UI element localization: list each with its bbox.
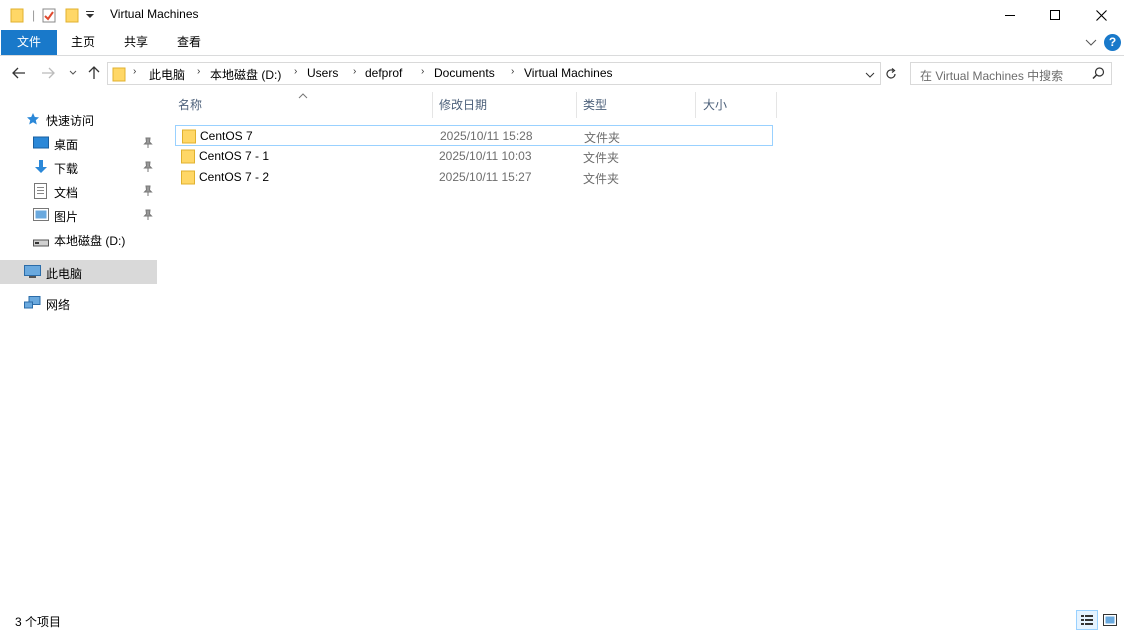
- breadcrumb-drive[interactable]: 本地磁盘 (D:): [210, 66, 281, 83]
- status-bar: 3 个项目: [0, 608, 1124, 633]
- address-bar[interactable]: › 此电脑 › 本地磁盘 (D:) › Users › defprof › Do…: [107, 62, 881, 85]
- sidebar-item-pictures[interactable]: 图片: [0, 204, 157, 226]
- table-row[interactable]: CentOS 7 - 2 2025/10/11 15:27 文件夹: [175, 167, 773, 188]
- tab-file[interactable]: 文件: [1, 30, 57, 55]
- expand-ribbon-icon[interactable]: [1085, 36, 1097, 50]
- sidebar-item-label: 图片: [54, 210, 79, 224]
- customize-toolbar-icon[interactable]: [86, 6, 94, 24]
- file-type: 文件夹: [583, 172, 620, 186]
- column-divider[interactable]: [776, 92, 777, 118]
- file-name: CentOS 7 - 2: [199, 170, 270, 184]
- file-list: 名称 修改日期 类型 大小 CentOS 7 2025/10/11 15:28 …: [165, 92, 1120, 592]
- pin-icon: [143, 137, 153, 152]
- sidebar-item-downloads[interactable]: 下载: [0, 156, 157, 178]
- new-folder-icon[interactable]: [65, 6, 79, 24]
- document-icon: [34, 183, 47, 202]
- chevron-right-icon[interactable]: ›: [133, 66, 136, 77]
- pin-icon: [143, 185, 153, 200]
- address-row: › 此电脑 › 本地磁盘 (D:) › Users › defprof › Do…: [0, 57, 1124, 91]
- tab-home[interactable]: 主页: [61, 30, 105, 55]
- file-date: 2025/10/11 15:27: [439, 170, 532, 184]
- sidebar-item-label: 快速访问: [46, 114, 95, 128]
- title-bar: | Virtual Machines: [0, 0, 1124, 30]
- sidebar-item-label: 本地磁盘 (D:): [54, 234, 126, 248]
- sidebar-item-label: 下载: [54, 162, 79, 176]
- sidebar-item-label: 网络: [46, 298, 71, 312]
- item-count: 3 个项目: [15, 615, 62, 629]
- column-divider[interactable]: [695, 92, 696, 118]
- column-header-name[interactable]: 名称: [172, 92, 432, 118]
- up-button[interactable]: [85, 64, 103, 82]
- search-placeholder: 在 Virtual Machines 中搜索: [920, 69, 1064, 83]
- computer-icon: [24, 265, 41, 282]
- ribbon: 文件 主页 共享 查看 ?: [0, 30, 1124, 56]
- chevron-right-icon[interactable]: ›: [511, 66, 514, 77]
- pin-icon: [143, 161, 153, 176]
- tab-share[interactable]: 共享: [114, 30, 158, 55]
- file-name: CentOS 7 - 1: [199, 149, 270, 163]
- column-header-size[interactable]: 大小: [697, 92, 775, 118]
- file-type: 文件夹: [583, 151, 620, 165]
- refresh-button[interactable]: [882, 65, 900, 83]
- folder-icon: [181, 149, 195, 167]
- file-name: CentOS 7: [200, 129, 253, 143]
- sidebar-item-quick-access[interactable]: 快速访问: [0, 108, 157, 130]
- tab-view[interactable]: 查看: [167, 30, 211, 55]
- table-row[interactable]: CentOS 7 - 1 2025/10/11 10:03 文件夹: [175, 146, 773, 167]
- file-type: 文件夹: [584, 131, 621, 145]
- chevron-right-icon[interactable]: ›: [421, 66, 424, 77]
- chevron-right-icon[interactable]: ›: [197, 66, 200, 77]
- file-date: 2025/10/11 10:03: [439, 149, 532, 163]
- help-icon[interactable]: ?: [1104, 34, 1121, 51]
- column-header-type[interactable]: 类型: [577, 92, 695, 118]
- star-icon: [26, 112, 40, 129]
- table-row[interactable]: CentOS 7 2025/10/11 15:28 文件夹: [175, 125, 773, 146]
- network-icon: [24, 296, 41, 314]
- folder-icon: [182, 129, 196, 147]
- folder-icon: [10, 6, 24, 24]
- picture-icon: [33, 208, 49, 224]
- folder-icon: [112, 66, 126, 85]
- properties-icon[interactable]: [42, 6, 56, 24]
- download-icon: [34, 159, 48, 178]
- folder-icon: [181, 170, 195, 188]
- pin-icon: [143, 209, 153, 224]
- column-header-date[interactable]: 修改日期: [433, 92, 576, 118]
- sidebar-item-this-pc[interactable]: 此电脑: [0, 260, 157, 284]
- close-button[interactable]: [1078, 0, 1124, 30]
- separator: |: [32, 8, 36, 22]
- details-view-button[interactable]: [1076, 610, 1098, 630]
- file-date: 2025/10/11 15:28: [440, 129, 533, 143]
- breadcrumb-defprof[interactable]: defprof: [365, 66, 402, 80]
- window-title: Virtual Machines: [110, 7, 199, 21]
- chevron-right-icon[interactable]: ›: [294, 66, 297, 77]
- search-icon[interactable]: [1092, 67, 1105, 83]
- sidebar-item-local-disk-d[interactable]: 本地磁盘 (D:): [0, 228, 157, 250]
- breadcrumb-users[interactable]: Users: [307, 66, 338, 80]
- search-input[interactable]: 在 Virtual Machines 中搜索: [910, 62, 1112, 85]
- address-dropdown-icon[interactable]: [865, 68, 875, 82]
- sidebar-item-label: 此电脑: [46, 267, 83, 281]
- navigation-pane: 快速访问 桌面 下载 文档 图片 本地磁盘 (D:) 此电脑 网络: [0, 100, 158, 605]
- forward-button[interactable]: [39, 64, 57, 82]
- large-icons-view-button[interactable]: [1099, 610, 1121, 630]
- back-button[interactable]: [10, 64, 28, 82]
- sidebar-item-label: 桌面: [54, 138, 79, 152]
- minimize-button[interactable]: [987, 0, 1033, 30]
- breadcrumb-virtual-machines[interactable]: Virtual Machines: [524, 66, 613, 80]
- sidebar-item-network[interactable]: 网络: [0, 292, 157, 314]
- drive-icon: [33, 236, 49, 250]
- desktop-icon: [33, 136, 49, 153]
- sidebar-item-label: 文档: [54, 186, 79, 200]
- sidebar-item-documents[interactable]: 文档: [0, 180, 157, 202]
- recent-locations-button[interactable]: [64, 64, 82, 82]
- sidebar-item-desktop[interactable]: 桌面: [0, 132, 157, 154]
- maximize-button[interactable]: [1032, 0, 1078, 30]
- breadcrumb-documents[interactable]: Documents: [434, 66, 495, 80]
- chevron-right-icon[interactable]: ›: [353, 66, 356, 77]
- breadcrumb-this-pc[interactable]: 此电脑: [149, 66, 185, 83]
